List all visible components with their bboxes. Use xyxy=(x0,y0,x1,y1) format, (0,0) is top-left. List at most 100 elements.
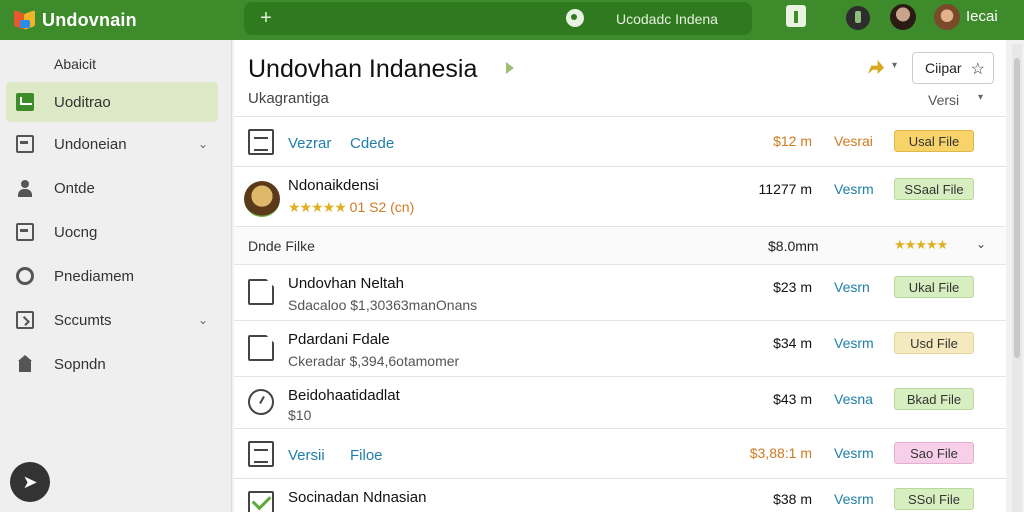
row-meta: Sdacaloo $1,30363manOnans xyxy=(288,297,478,313)
star-icon[interactable]: ☆ xyxy=(971,59,985,79)
group-size: $8.0mm xyxy=(768,238,819,254)
file-chip[interactable]: Usd File xyxy=(894,332,974,354)
row-rating: ★★★★★ 01 S2 (cn) xyxy=(288,199,414,216)
row-size: $38 m xyxy=(773,491,812,507)
sidebar: Abaicit Uoditrao Undoneian ⌄ Ontde Uocng… xyxy=(0,40,232,512)
file-chip[interactable]: SSol File xyxy=(894,488,974,510)
table-row[interactable]: Versii Filoe $3,88:1 m Vesrm Sao File xyxy=(234,428,1006,478)
share-icon[interactable] xyxy=(868,60,884,74)
help-icon[interactable] xyxy=(846,6,870,30)
search-icon[interactable] xyxy=(566,9,584,27)
notification-icon[interactable] xyxy=(786,5,806,27)
row-version[interactable]: Vesrm xyxy=(834,445,874,461)
row-link[interactable]: Vezrar xyxy=(288,135,331,152)
sidebar-item-uocng[interactable]: Uocng xyxy=(6,212,218,252)
chevron-down-icon[interactable]: ⌄ xyxy=(198,313,218,327)
sidebar-item-uoditrao[interactable]: Uoditrao xyxy=(6,82,218,122)
file-icon xyxy=(248,279,274,305)
row-size: $34 m xyxy=(773,335,812,351)
chevron-down-icon[interactable]: ▾ xyxy=(892,60,897,71)
file-icon xyxy=(248,335,274,361)
sidebar-item-label: Undoneian xyxy=(54,135,127,153)
row-version[interactable]: Vesrm xyxy=(834,491,874,507)
avatar[interactable] xyxy=(890,4,916,30)
stack-icon xyxy=(16,311,34,329)
table-row[interactable]: Vezrar Cdede $12 m Vesrai Usal File xyxy=(234,116,1006,166)
group-label: Dnde Filke xyxy=(248,238,315,254)
row-size: $43 m xyxy=(773,391,812,407)
top-action-button[interactable]: Ciipar ☆ xyxy=(912,52,994,84)
document-icon xyxy=(248,441,274,467)
table-row[interactable]: Undovhan Neltah Sdacaloo $1,30363manOnan… xyxy=(234,264,1006,320)
version-label[interactable]: Versi xyxy=(928,92,959,108)
rating-text: 01 S2 (cn) xyxy=(349,199,415,215)
user-avatar[interactable] xyxy=(934,4,960,30)
row-size: $23 m xyxy=(773,279,812,295)
sidebar-item-pnediamem[interactable]: Pnediamem xyxy=(6,256,218,296)
row-name[interactable]: Pdardani Fdale xyxy=(288,331,390,348)
group-header[interactable]: Dnde Filke $8.0mm ★★★★★ ⌄ xyxy=(234,226,1006,264)
user-name[interactable]: Iecai xyxy=(966,8,998,25)
document-icon xyxy=(248,129,274,155)
sidebar-item-label: Sccumts xyxy=(54,311,112,329)
chevron-down-icon[interactable]: ⌄ xyxy=(976,237,986,251)
sidebar-item-label: Ontde xyxy=(54,179,95,197)
row-size: $12 m xyxy=(773,133,812,149)
app-logo-icon xyxy=(14,9,36,31)
add-icon[interactable]: + xyxy=(258,7,274,30)
table-row[interactable]: Beidohaatidadlat $10 $43 m Vesna Bkad Fi… xyxy=(234,376,1006,428)
clock-icon xyxy=(248,389,274,415)
sidebar-item-undoneian[interactable]: Undoneian ⌄ xyxy=(6,124,218,164)
row-link[interactable]: Cdede xyxy=(350,135,394,152)
avatar xyxy=(244,181,280,217)
checklist-icon xyxy=(248,491,274,512)
check-square-icon xyxy=(16,93,34,111)
row-version[interactable]: Vesrn xyxy=(834,279,870,295)
page-title: Undovhan Indanesia xyxy=(248,55,478,83)
row-link[interactable]: Versii xyxy=(288,447,325,464)
sidebar-item-ontde[interactable]: Ontde xyxy=(6,168,218,208)
house-icon xyxy=(16,355,34,373)
row-version[interactable]: Vesrm xyxy=(834,181,874,197)
main-panel: Undovhan Indanesia Ukagrantiga ▾ Ciipar … xyxy=(234,40,1006,512)
top-button-label: Ciipar xyxy=(925,60,962,76)
sidebar-item-label: Pnediamem xyxy=(54,267,135,285)
ring-icon xyxy=(16,267,34,285)
row-link[interactable]: Filoe xyxy=(350,447,383,464)
file-chip[interactable]: Ukal File xyxy=(894,276,974,298)
row-size: 11277 m xyxy=(758,181,812,197)
row-version[interactable]: Vesna xyxy=(834,391,873,407)
file-chip[interactable]: Bkad File xyxy=(894,388,974,410)
row-name[interactable]: Ndonaikdensi xyxy=(288,177,379,194)
row-version[interactable]: Vesrm xyxy=(834,335,874,351)
file-chip[interactable]: SSaal File xyxy=(894,178,974,200)
sidebar-item-sccumts[interactable]: Sccumts ⌄ xyxy=(6,300,218,340)
row-version[interactable]: Vesrai xyxy=(834,133,873,149)
row-name[interactable]: Beidohaatidadlat xyxy=(288,387,400,404)
file-chip[interactable]: Sao File xyxy=(894,442,974,464)
sidebar-item-label: Uoditrao xyxy=(54,93,111,111)
expand-arrow-icon[interactable] xyxy=(506,62,514,74)
page-subtitle: Ukagrantiga xyxy=(248,90,329,107)
row-size: $3,88:1 m xyxy=(749,445,812,461)
search-bar[interactable]: + Ucodadc Indena xyxy=(244,2,752,35)
chevron-down-icon[interactable]: ⌄ xyxy=(198,137,218,151)
play-button[interactable]: ➤ xyxy=(10,462,50,502)
scrollbar[interactable] xyxy=(1012,44,1022,512)
row-name[interactable]: Undovhan Neltah xyxy=(288,275,404,292)
sidebar-item-label: Uocng xyxy=(54,223,98,241)
sidebar-item-sopndn[interactable]: Sopndn xyxy=(6,344,218,384)
row-name[interactable]: Socinadan Ndnasian xyxy=(288,489,426,506)
brand[interactable]: Undovnain xyxy=(0,10,240,31)
search-text[interactable]: Ucodadc Indena xyxy=(616,11,718,27)
row-meta: $10 xyxy=(288,407,312,423)
scrollbar-thumb[interactable] xyxy=(1014,58,1020,358)
file-chip[interactable]: Usal File xyxy=(894,130,974,152)
table-row[interactable]: Socinadan Ndnasian $38 m Vesrm SSol File xyxy=(234,478,1006,512)
table-row[interactable]: Pdardani Fdale Ckeradar $,394,6otamomer … xyxy=(234,320,1006,376)
inbox-icon xyxy=(16,135,34,153)
rating-stars: ★★★★★ xyxy=(288,199,347,215)
sidebar-header: Abaicit xyxy=(54,56,97,72)
table-row[interactable]: Ndonaikdensi ★★★★★ 01 S2 (cn) 11277 m Ve… xyxy=(234,166,1006,226)
chevron-down-icon[interactable]: ▾ xyxy=(978,92,983,103)
